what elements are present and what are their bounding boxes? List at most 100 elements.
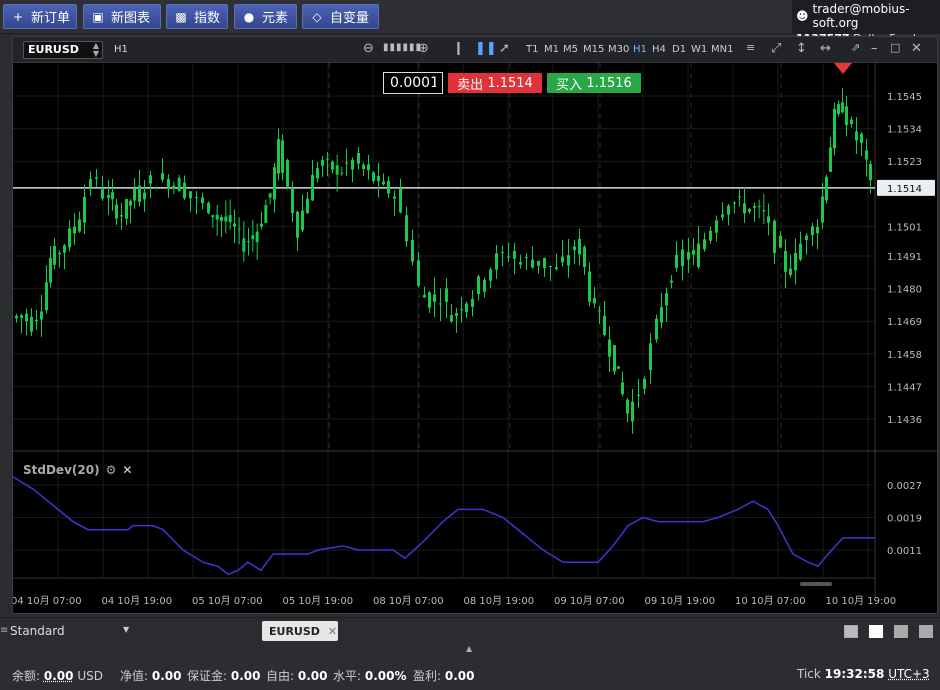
tf-d1[interactable]: D1 — [672, 44, 686, 55]
candle-body — [281, 140, 284, 173]
layout-rows-icon[interactable] — [919, 625, 933, 638]
zoom-slider[interactable]: ▮▮▮▮▮▮ — [383, 42, 422, 53]
candle-body — [411, 239, 414, 262]
price-tick: 1.1458 — [887, 350, 922, 361]
candle-body — [49, 258, 52, 283]
buy-button[interactable]: 买入 1.1516 — [547, 73, 641, 93]
layout-single-icon[interactable] — [844, 625, 858, 638]
elements-button[interactable]: ● 元素 — [234, 4, 297, 29]
time-tick: 08 10月 07:00 — [373, 595, 444, 607]
zoom-in-icon[interactable]: ⊕ — [418, 41, 429, 56]
minimize-icon[interactable]: – — [871, 41, 878, 56]
candle-body — [89, 179, 92, 188]
candle-body — [681, 249, 684, 267]
variables-label: 自变量 — [330, 11, 370, 26]
trendline-icon[interactable]: ⤢ — [771, 41, 781, 56]
candle-body — [715, 220, 718, 233]
sell-label: 卖出 — [457, 77, 484, 93]
tf-m30[interactable]: M30 — [608, 44, 629, 55]
menu-icon[interactable]: ≡ — [0, 625, 8, 636]
candle-body — [68, 228, 71, 248]
candle-body — [247, 241, 250, 243]
maximize-icon[interactable]: □ — [890, 41, 900, 54]
candle-body — [869, 163, 872, 181]
sell-button[interactable]: 卖出 1.1514 — [448, 73, 542, 93]
bar-chart-type-icon[interactable]: ❙ — [453, 41, 464, 56]
candle-body — [15, 315, 18, 319]
layout-columns-icon[interactable] — [894, 625, 908, 638]
tf-w1[interactable]: W1 — [691, 44, 707, 55]
candle-body — [362, 164, 365, 169]
vertical-line-icon[interactable]: ↕ — [796, 41, 807, 56]
status-bar: 余额: 0.00 USD 净值: 0.00 保证金: 0.00 自由: 0.00… — [0, 656, 940, 690]
candle-body — [489, 269, 492, 281]
tf-t1[interactable]: T1 — [526, 44, 538, 55]
candle-body — [598, 310, 601, 312]
candle-body — [296, 211, 299, 238]
currency: USD — [77, 669, 103, 683]
new-chart-button[interactable]: ▣ 新图表 — [83, 4, 161, 29]
elements-label: 元素 — [262, 11, 289, 26]
candle-body — [567, 255, 570, 266]
timezone-select[interactable]: UTC+3 — [888, 667, 929, 681]
candle-body — [841, 102, 844, 113]
tf-mn1[interactable]: MN1 — [711, 44, 733, 55]
gear-icon[interactable]: ⚙ — [106, 463, 117, 477]
account-panel[interactable]: ☻ trader@mobius-soft.org 1137577 Dollar … — [792, 0, 940, 45]
chart-window[interactable]: EURUSD ▲ ▼ H1 ⊖ ▮▮▮▮▮▮ ⊕ ❙ ❚❚ ➚ T1 M1 M5 … — [12, 36, 938, 614]
candle-body — [195, 196, 198, 198]
tf-h4[interactable]: H4 — [652, 44, 666, 55]
horizontal-line-icon[interactable]: ↔ — [820, 41, 831, 56]
candle-body — [311, 174, 314, 201]
close-tab-icon[interactable]: ✕ — [328, 625, 337, 638]
new-order-button[interactable]: + 新订单 — [3, 4, 77, 29]
candle-body — [549, 265, 552, 268]
candle-body — [709, 230, 712, 241]
time-tick: 10 10月 19:00 — [826, 595, 897, 607]
tf-h1[interactable]: H1 — [633, 44, 647, 55]
candle-body — [228, 215, 232, 223]
candle-body — [133, 188, 136, 201]
candle-body — [757, 205, 761, 207]
order-marker-icon — [834, 63, 852, 74]
indicators-button[interactable]: ▩ 指数 — [166, 4, 228, 29]
tab-eurusd[interactable]: EURUSD ✕ — [262, 621, 338, 641]
candle-body — [855, 131, 858, 141]
indicator-settings-icon[interactable]: ≡ — [746, 41, 755, 54]
time-tick: 09 10月 07:00 — [554, 595, 625, 607]
line-chart-type-icon[interactable]: ➚ — [499, 41, 510, 56]
server-time: 19:32:58 — [824, 667, 885, 681]
workspace-select[interactable]: Standard — [10, 624, 65, 638]
candle-body — [697, 243, 700, 268]
chart-plot[interactable]: 1.1545 1.1534 1.1523 1.1501 1.1491 1.1480 1.14… — [13, 63, 937, 613]
variables-button[interactable]: ◇ 自变量 — [302, 4, 379, 29]
candle-body — [450, 314, 453, 322]
candle-body — [687, 251, 690, 260]
candle-body — [670, 280, 673, 283]
remove-indicator-icon[interactable]: ✕ — [122, 463, 132, 477]
candle-body — [573, 246, 576, 251]
symbol-select[interactable]: EURUSD ▲ ▼ — [23, 41, 103, 59]
candle-body — [773, 220, 776, 253]
layout-grid-icon[interactable] — [869, 625, 883, 638]
candle-body — [821, 196, 824, 223]
close-icon[interactable]: ✕ — [911, 41, 922, 56]
candle-body — [483, 280, 486, 292]
detach-icon[interactable]: ⇗ — [851, 41, 860, 54]
tf-m5[interactable]: M5 — [563, 44, 578, 55]
candle-body — [351, 159, 354, 170]
lot-input[interactable] — [383, 72, 443, 94]
candle-chart-type-icon[interactable]: ❚❚ — [475, 41, 497, 56]
candle-body — [794, 252, 797, 271]
candle-body — [727, 205, 730, 215]
new-chart-label: 新图表 — [111, 11, 151, 26]
zoom-out-icon[interactable]: ⊖ — [363, 41, 374, 56]
user-icon: ☻ — [796, 9, 809, 23]
tf-m1[interactable]: M1 — [544, 44, 559, 55]
new-order-label: 新订单 — [31, 11, 71, 26]
panel-toggle-icon[interactable]: ▲ — [466, 644, 472, 653]
candle-body — [224, 216, 228, 222]
tf-m15[interactable]: M15 — [583, 44, 604, 55]
candle-body — [675, 254, 678, 268]
chevron-down-icon[interactable]: ▼ — [123, 625, 129, 634]
